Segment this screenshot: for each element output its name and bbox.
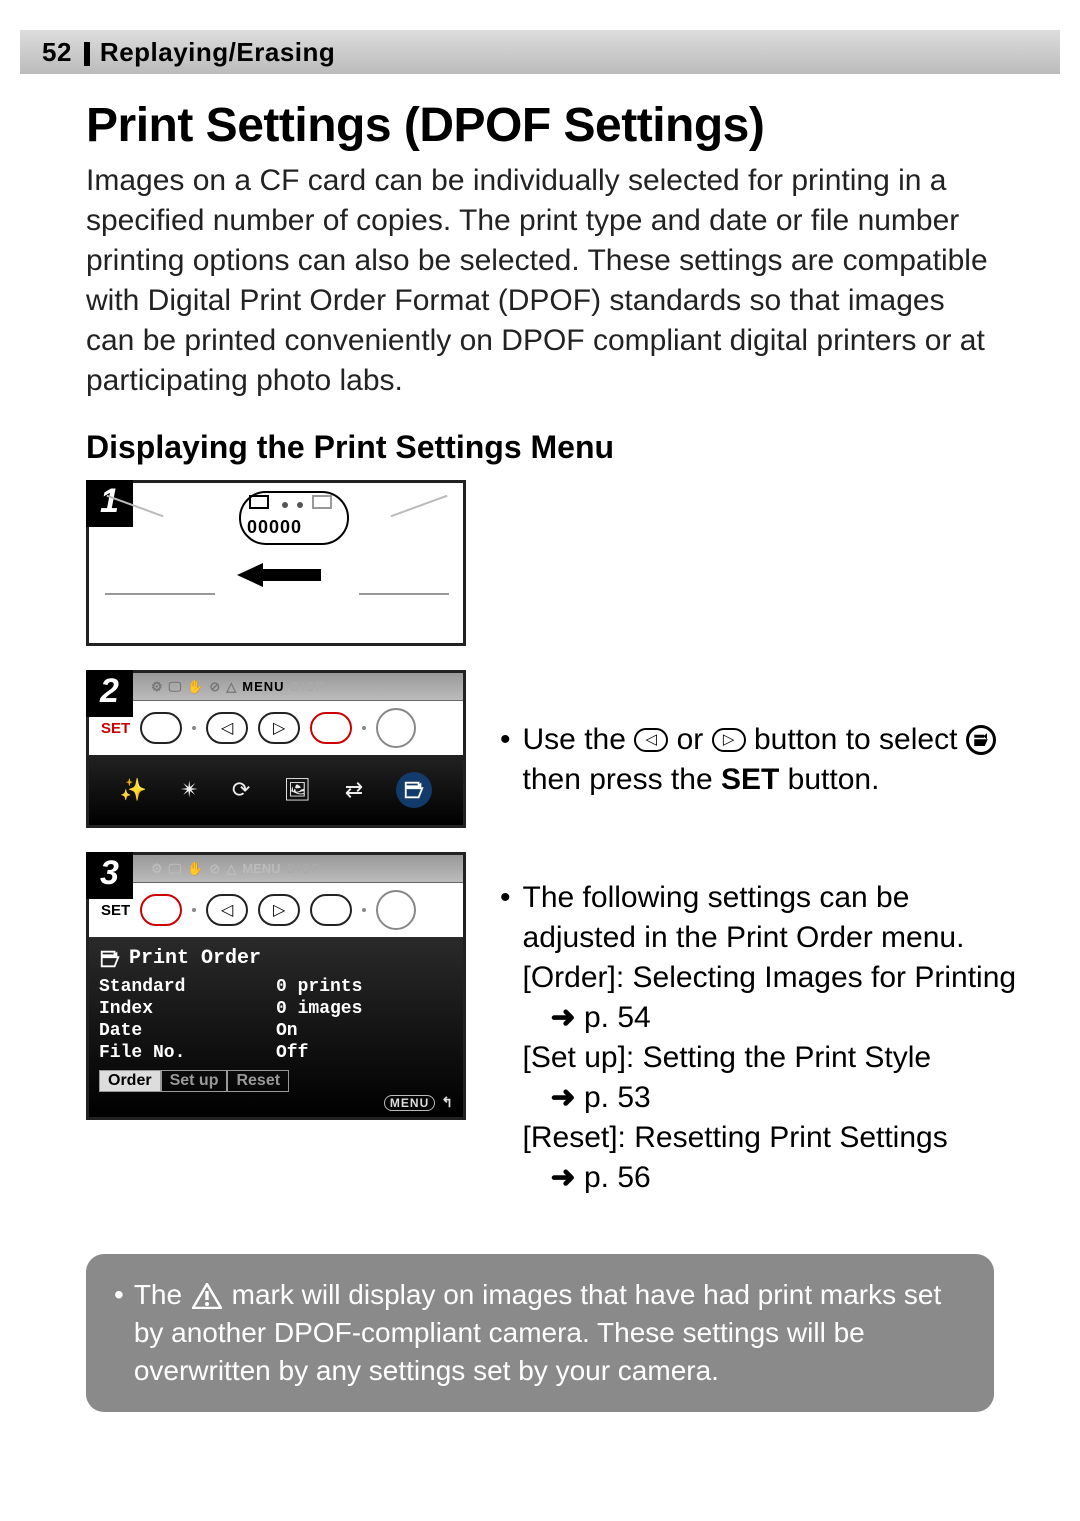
screen-title: Print Order [129, 947, 261, 970]
left-button-inline-icon: ◁ [634, 728, 668, 752]
screen-row: File No.Off [99, 1042, 453, 1064]
tab-icon: 🖵 [169, 861, 182, 877]
ref-arrow-icon: ➜ [551, 1001, 576, 1034]
intro-paragraph: Images on a CF card can be individually … [86, 161, 994, 401]
step-2-instruction: • Use the ◁ or ▷ button to select then p… [500, 720, 1030, 800]
tab-icon: ⊘ [209, 679, 220, 695]
ref-item: [Reset]: Resetting Print Settings [523, 1118, 1030, 1158]
tab-order: Order [99, 1070, 161, 1092]
menu-label-dim: MENU [242, 861, 280, 876]
frame-counter: 00000 [247, 517, 302, 538]
tab-setup: Set up [161, 1070, 228, 1092]
disp-button-icon [376, 708, 416, 748]
disp-label: DISP [291, 679, 325, 694]
tab-icon: ⊘ [209, 861, 220, 877]
back-icon: ↰ [441, 1094, 453, 1111]
left-button-icon: ◁ [206, 712, 248, 744]
right-button-icon: ▷ [258, 894, 300, 926]
screen-row: DateOn [99, 1020, 453, 1042]
camera-icon [312, 495, 332, 509]
step-2-figure: 2 ⚙ 🖵 ✋ ⊘ △ MENU DISP SET [86, 670, 466, 828]
screen-row: Index0 images [99, 998, 453, 1020]
header-separator [84, 42, 90, 66]
ref-arrow-icon: ➜ [551, 1161, 576, 1194]
right-button-icon: ▷ [258, 712, 300, 744]
menu-label: MENU [242, 679, 284, 694]
tab-icon: ⚙ [151, 679, 163, 695]
menu-button-icon [310, 894, 352, 926]
menu-icon-row: ✨ ✴ ⟳ 🖼 ⇄ [89, 755, 463, 825]
print-order-menu-icon [396, 772, 432, 808]
slide-arrow-icon [237, 563, 317, 587]
step-3-instruction: • The following settings can be adjusted… [500, 878, 1030, 1198]
playback-icon [249, 495, 269, 509]
tab-icon: △ [226, 679, 236, 695]
step-1-figure: 1 00000 [86, 480, 466, 646]
disp-button-icon [376, 890, 416, 930]
print-order-screen: Print Order Standard0 prints Index0 imag… [89, 937, 463, 1117]
page-title: Print Settings (DPOF Settings) [86, 98, 1030, 153]
disp-label: DISP [287, 861, 321, 876]
menu-item-icon: ✨ [120, 777, 147, 803]
running-header: 52 Replaying/Erasing [20, 30, 1060, 74]
step-3-badge: 3 [86, 852, 133, 899]
screen-row: Standard0 prints [99, 976, 453, 998]
warning-icon [190, 1281, 224, 1309]
tab-icon: ✋ [187, 861, 203, 877]
step-2-badge: 2 [86, 670, 133, 717]
set-button-icon [140, 712, 182, 744]
ref-arrow-icon: ➜ [551, 1081, 576, 1114]
page-number: 52 [42, 37, 72, 68]
tab-reset: Reset [227, 1070, 289, 1092]
screen-tabs: Order Set up Reset [99, 1070, 453, 1092]
menu-item-icon: 🖼 [284, 777, 312, 803]
sub-heading: Displaying the Print Settings Menu [86, 429, 1030, 466]
print-order-icon [99, 948, 121, 970]
menu-item-icon: ⟳ [232, 777, 250, 803]
tab-icon: ✋ [187, 679, 203, 695]
warning-note: • The mark will display on images that h… [86, 1254, 994, 1412]
ref-item: [Order]: Selecting Images for Printing [523, 958, 1030, 998]
left-button-icon: ◁ [206, 894, 248, 926]
menu-pill: MENU [384, 1095, 435, 1111]
ref-item: [Set up]: Setting the Print Style [523, 1038, 1030, 1078]
set-bold: SET [721, 763, 779, 796]
set-button-icon [140, 894, 182, 926]
tab-icon: ⚙ [151, 861, 163, 877]
set-label: SET [101, 902, 130, 919]
tab-icon: 🖵 [169, 679, 182, 695]
step-3-figure: 3 ⚙ 🖵 ✋ ⊘ △ MENU DISP SET [86, 852, 466, 1120]
right-button-inline-icon: ▷ [712, 728, 746, 752]
menu-item-icon: ⇄ [345, 777, 363, 803]
tab-icon: △ [226, 861, 236, 877]
print-order-inline-icon [966, 725, 996, 755]
menu-item-icon: ✴ [180, 777, 198, 803]
section-title: Replaying/Erasing [100, 37, 335, 68]
menu-button-icon [310, 712, 352, 744]
set-label: SET [101, 720, 130, 737]
